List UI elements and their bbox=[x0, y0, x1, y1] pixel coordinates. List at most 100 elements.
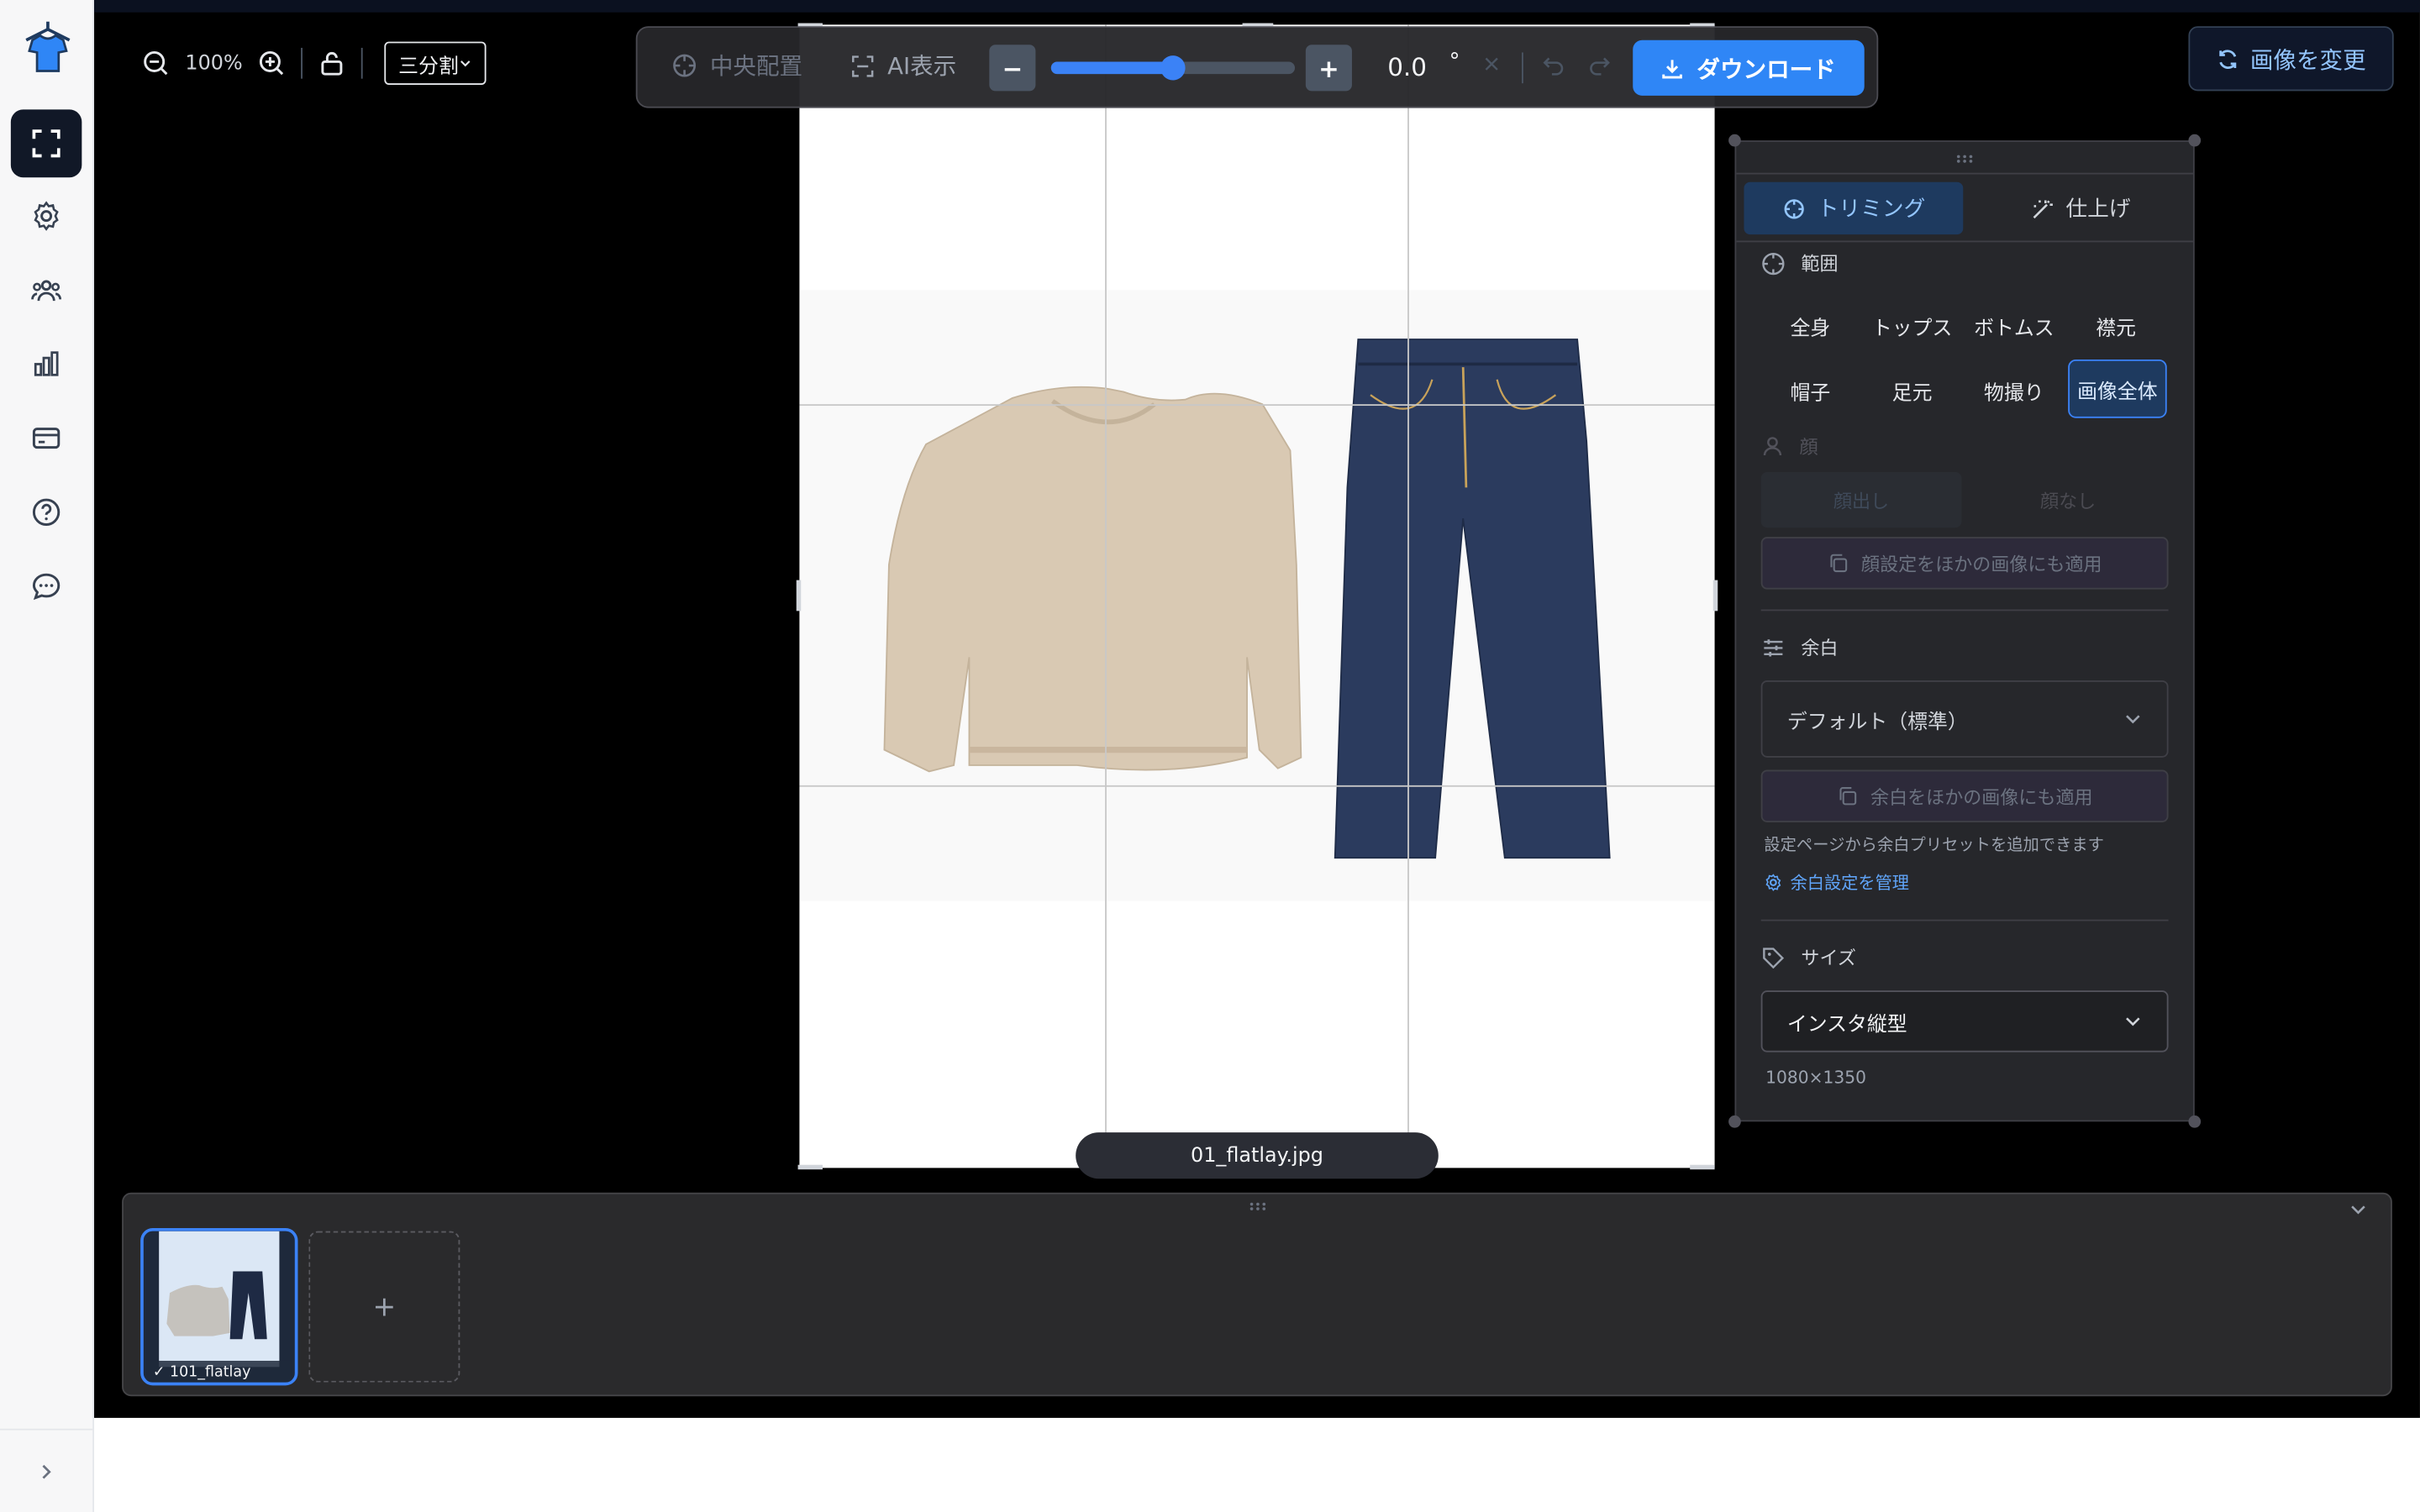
crop-option-hat[interactable]: 帽子 bbox=[1761, 361, 1860, 420]
grid-mode-value: 三分割 bbox=[398, 55, 459, 78]
crop-option-label: 物撮り bbox=[1984, 381, 2044, 406]
thumbnail-label: 101_flatlay bbox=[169, 1362, 251, 1380]
rotation-slider[interactable] bbox=[1050, 55, 1295, 81]
history-divider bbox=[1521, 52, 1523, 84]
rotation-slider-knob[interactable] bbox=[1160, 55, 1186, 81]
tab-trimming-label: トリミング bbox=[1817, 197, 1926, 223]
grid-line-horizontal-1 bbox=[799, 404, 1715, 407]
ai-view-button[interactable]: AI表示 bbox=[850, 50, 956, 82]
center-button[interactable]: 中央配置 bbox=[671, 50, 802, 82]
crop-option-bottoms[interactable]: ボトムス bbox=[1965, 297, 2064, 355]
sidebar-expand-button[interactable] bbox=[0, 1428, 93, 1512]
download-label: ダウンロード bbox=[1697, 55, 1836, 83]
crop-option-label: トップス bbox=[1871, 317, 1953, 340]
crop-option-product[interactable]: 物撮り bbox=[1965, 361, 2064, 420]
thumbnail-caption: ✓ 101_flatlay bbox=[146, 1360, 292, 1383]
crop-option-tops[interactable]: トップス bbox=[1863, 297, 1962, 355]
size-dimensions: 1080×1350 bbox=[1765, 1067, 1866, 1088]
filmstrip: ✓ 101_flatlay + bbox=[122, 1192, 2392, 1397]
download-icon bbox=[1663, 59, 1683, 78]
crop-option-whole-image[interactable]: 画像全体 bbox=[2068, 359, 2167, 418]
chevron-right-icon bbox=[42, 1463, 51, 1478]
crop-option-full-body[interactable]: 全身 bbox=[1761, 297, 1860, 355]
grid-mode-select[interactable]: 三分割 bbox=[384, 41, 487, 86]
plus-label: + bbox=[1318, 53, 1339, 83]
thumbnail-01-flatlay[interactable]: ✓ 101_flatlay bbox=[140, 1228, 298, 1386]
app-logo[interactable] bbox=[22, 18, 74, 77]
crop-handle-bottom-right[interactable] bbox=[1690, 1164, 1715, 1170]
crop-handle-bottom-left[interactable] bbox=[797, 1164, 823, 1170]
sweater-image bbox=[883, 386, 1302, 773]
sidebar-item-team[interactable] bbox=[11, 256, 82, 324]
change-image-button[interactable]: 画像を変更 bbox=[2188, 26, 2394, 92]
margin-hint: 設定ページから余白プリセットを追加できます bbox=[1764, 836, 2104, 855]
product-photo bbox=[799, 290, 1715, 901]
person-icon bbox=[1763, 437, 1782, 456]
tab-trimming[interactable]: トリミング bbox=[1744, 181, 1964, 235]
crop-handle-right[interactable] bbox=[1712, 580, 1718, 612]
undo-button[interactable] bbox=[1542, 54, 1565, 77]
sidebar-item-chat[interactable] bbox=[11, 553, 82, 621]
panel-corner-bottom-right[interactable] bbox=[2188, 1115, 2202, 1128]
zoom-out-button[interactable] bbox=[142, 50, 170, 77]
crop-handle-left[interactable] bbox=[796, 580, 802, 612]
sidebar-item-billing[interactable] bbox=[11, 404, 82, 472]
panel-header-divider bbox=[1736, 172, 2193, 175]
size-select[interactable]: インスタ縦型 bbox=[1760, 990, 2169, 1053]
reset-rotation-button[interactable] bbox=[1483, 55, 1500, 72]
crosshair-icon bbox=[673, 54, 697, 77]
drag-handle-icon[interactable] bbox=[1955, 155, 1974, 164]
crop-option-neckline[interactable]: 襟元 bbox=[2066, 297, 2165, 355]
copy-icon bbox=[1839, 787, 1857, 806]
users-icon bbox=[31, 280, 62, 302]
aspect-lock-button[interactable] bbox=[318, 50, 346, 77]
manage-margin-link[interactable]: 余白設定を管理 bbox=[1764, 870, 1909, 895]
margin-select[interactable]: デフォルト（標準） bbox=[1760, 680, 2169, 758]
face-apply-all-button[interactable]: 顔設定をほかの画像にも適用 bbox=[1760, 537, 2169, 590]
panel-corner-top-left[interactable] bbox=[1728, 134, 1741, 147]
sidebar-item-help[interactable] bbox=[11, 478, 82, 546]
rotate-plus-button[interactable]: + bbox=[1305, 45, 1352, 92]
crop-option-label: 襟元 bbox=[2096, 317, 2136, 340]
undo-icon bbox=[1543, 57, 1564, 76]
tab-finishing[interactable]: 仕上げ bbox=[1970, 182, 2190, 234]
add-image-label: + bbox=[372, 1290, 397, 1323]
panel-corner-top-right[interactable] bbox=[2188, 134, 2202, 147]
close-icon bbox=[1485, 57, 1498, 71]
tag-icon bbox=[1763, 947, 1785, 969]
sidebar bbox=[0, 0, 95, 1512]
sidebar-item-settings[interactable] bbox=[11, 182, 82, 250]
face-label: 顔 bbox=[1799, 436, 1818, 459]
panel-corner-bottom-left[interactable] bbox=[1728, 1115, 1741, 1128]
fullscreen-icon bbox=[32, 129, 60, 158]
minus-label: − bbox=[1002, 53, 1023, 83]
face-show-button[interactable]: 顔出し bbox=[1760, 472, 1962, 528]
download-button[interactable]: ダウンロード bbox=[1633, 39, 1865, 96]
sidebar-item-editor[interactable] bbox=[10, 109, 82, 178]
zoom-in-button[interactable] bbox=[258, 50, 286, 77]
margin-label: 余白 bbox=[1801, 637, 1839, 659]
drag-handle-icon[interactable] bbox=[1249, 1202, 1267, 1211]
margin-apply-all-button[interactable]: 余白をほかの画像にも適用 bbox=[1760, 769, 2169, 822]
filename-text: 01_flatlay.jpg bbox=[1191, 1143, 1323, 1168]
grid-divider bbox=[361, 47, 363, 79]
collapse-chevron-icon[interactable] bbox=[2349, 1200, 2367, 1219]
rotate-minus-button[interactable]: − bbox=[989, 45, 1036, 92]
rotation-value: 0.0 bbox=[1387, 52, 1427, 82]
sidebar-item-analytics[interactable] bbox=[11, 330, 82, 398]
face-hide-button[interactable]: 顔なし bbox=[1968, 472, 2169, 528]
panel-tabs: トリミング 仕上げ bbox=[1743, 181, 2191, 238]
size-label: サイズ bbox=[1801, 947, 1856, 969]
bar-chart-icon bbox=[34, 351, 59, 376]
margin-select-value: デフォルト（標準） bbox=[1786, 710, 1968, 734]
rotation-slider-track[interactable] bbox=[1050, 55, 1295, 81]
size-section-header: サイズ bbox=[1761, 944, 1856, 970]
ai-view-label: AI表示 bbox=[887, 52, 957, 81]
crosshair-icon bbox=[1783, 198, 1803, 218]
crop-option-feet[interactable]: 足元 bbox=[1863, 361, 1962, 420]
margin-section-header: 余白 bbox=[1761, 634, 1839, 660]
redo-button[interactable] bbox=[1588, 54, 1612, 77]
add-image-button[interactable]: + bbox=[308, 1231, 460, 1383]
edit-toolbar: 中央配置 AI表示 − + 0.0 ° ダウンロード bbox=[635, 26, 1879, 108]
image-canvas[interactable] bbox=[799, 24, 1715, 1168]
